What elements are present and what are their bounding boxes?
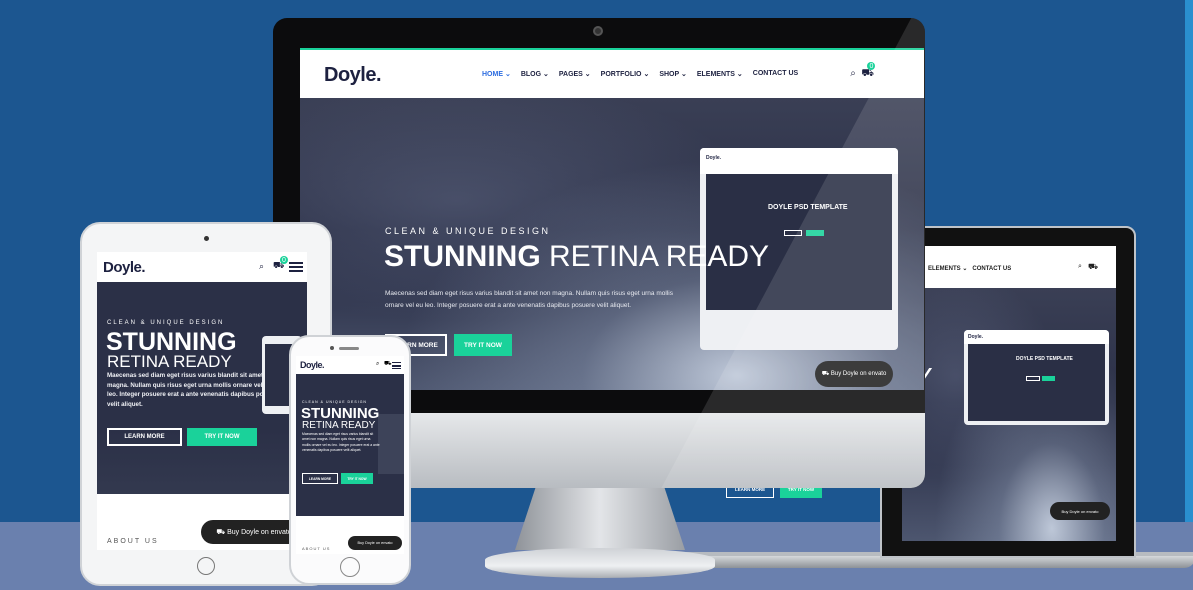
phone-logo[interactable]: Doyle. bbox=[300, 360, 325, 370]
tablet-cart-badge: 0 bbox=[280, 256, 288, 264]
laptop-nav-links: ELEMENTS ⌄ CONTACT US bbox=[928, 266, 1012, 272]
laptop-cart-icon[interactable]: ⛟ bbox=[1088, 262, 1098, 272]
laptop-navbar: ELEMENTS ⌄ CONTACT US ⌕ ⛟ bbox=[902, 246, 1116, 288]
tablet-about-label: ABOUT US bbox=[107, 538, 159, 545]
tablet-hamburger-icon[interactable] bbox=[289, 262, 303, 272]
menu-item-shop[interactable]: SHOP ⌄ bbox=[659, 70, 687, 78]
menu-elements-label: ELEMENTS bbox=[696, 71, 735, 78]
menu-home-label: HOME bbox=[482, 71, 503, 78]
laptop-mini-btn-learn bbox=[1026, 376, 1040, 381]
tablet-hero-kicker: CLEAN & UNIQUE DESIGN bbox=[107, 320, 225, 326]
laptop-mini-title: DOYLE PSD TEMPLATE bbox=[1016, 356, 1073, 362]
hero-title-bold: STUNNING bbox=[384, 240, 541, 273]
menu-pages-label: PAGES bbox=[558, 71, 583, 78]
hero-kicker: CLEAN & UNIQUE DESIGN bbox=[385, 226, 551, 236]
phone-hamburger-icon[interactable] bbox=[392, 362, 401, 369]
phone-learn-more-label: LEARN MORE bbox=[308, 476, 332, 481]
phone-logo-text: Doyle. bbox=[300, 360, 325, 370]
phone-cart-icon[interactable]: ⛟ bbox=[384, 360, 392, 368]
phone-buy-text: Buy Doyle on envato bbox=[357, 541, 393, 545]
phone-hero-side-panel bbox=[378, 414, 404, 474]
cart-icon[interactable]: ⛟ 0 bbox=[861, 62, 876, 79]
laptop-nav-contact[interactable]: CONTACT US bbox=[972, 266, 1011, 272]
tablet-logo-text: Doyle. bbox=[103, 259, 146, 276]
buy-badge-text: Buy Doyle on envato bbox=[830, 371, 887, 377]
hero-title: STUNNING RETINA READY bbox=[384, 240, 769, 274]
phone-speaker bbox=[339, 347, 359, 350]
phone-navbar: Doyle. ⌕ ⛟ bbox=[296, 356, 404, 374]
imac-foot bbox=[485, 548, 715, 578]
mini-navbar: Doyle. bbox=[700, 148, 898, 174]
mini-title: DOYLE PSD TEMPLATE bbox=[768, 204, 848, 211]
logo-text: Doyle. bbox=[324, 64, 382, 86]
tablet-logo[interactable]: Doyle. bbox=[103, 259, 146, 276]
site-logo[interactable]: Doyle. bbox=[324, 64, 382, 87]
tablet-camera bbox=[204, 236, 209, 241]
laptop-mini-navbar: Doyle. bbox=[964, 330, 1109, 344]
try-it-now-button[interactable]: TRY IT NOW bbox=[454, 334, 512, 356]
laptop-hero: Y LEARN MORE Doyle. DOYLE PSD TEMPLATE B… bbox=[902, 288, 1116, 541]
phone-hero-description: Maecenas sed diam eget risus varius blan… bbox=[302, 432, 380, 453]
buy-cart-icon: ⛟ bbox=[821, 371, 831, 377]
laptop-search-icon[interactable]: ⌕ bbox=[1078, 263, 1082, 271]
phone-hero-kicker: CLEAN & UNIQUE DESIGN bbox=[302, 400, 367, 404]
try-it-now-label: TRY IT NOW bbox=[464, 341, 502, 349]
menu-item-portfolio[interactable]: PORTFOLIO ⌄ bbox=[601, 70, 650, 78]
tablet-search-icon[interactable]: ⌕ bbox=[259, 261, 264, 272]
laptop-screen: ELEMENTS ⌄ CONTACT US ⌕ ⛟ Y LEARN MORE D… bbox=[902, 246, 1116, 541]
phone-about-label: ABOUT US bbox=[302, 546, 331, 551]
laptop-mini-monitor: Doyle. DOYLE PSD TEMPLATE bbox=[964, 330, 1109, 425]
buy-on-envato-badge[interactable]: ⛟ Buy Doyle on envato bbox=[815, 361, 893, 387]
laptop-buy-text: Buy Doyle on envato bbox=[1061, 508, 1099, 514]
tablet-buy-text: Buy Doyle on envato bbox=[227, 528, 292, 536]
menu-portfolio-label: PORTFOLIO bbox=[600, 71, 642, 78]
phone-hero-title-light: RETINA READY bbox=[302, 420, 376, 431]
tablet-learn-more-label: LEARN MORE bbox=[124, 434, 165, 440]
mini-logo: Doyle. bbox=[706, 155, 722, 161]
phone-screen: Doyle. ⌕ ⛟ CLEAN & UNIQUE DESIGN STUNNIN… bbox=[296, 356, 404, 554]
menu-blog-label: BLOG bbox=[520, 71, 542, 78]
tablet-try-now-label: TRY IT NOW bbox=[204, 434, 240, 440]
mini-btn-learn bbox=[784, 230, 802, 236]
phone-search-icon[interactable]: ⌕ bbox=[376, 361, 379, 368]
laptop-buy-badge[interactable]: Buy Doyle on envato bbox=[1050, 502, 1110, 520]
hero-description: Maecenas sed diam eget risus varius blan… bbox=[385, 290, 673, 309]
laptop-mini-logo: Doyle. bbox=[968, 334, 984, 340]
phone-camera bbox=[330, 346, 334, 350]
phone-buy-badge[interactable]: Buy Doyle on envato bbox=[348, 536, 402, 550]
laptop-mini-screen: DOYLE PSD TEMPLATE bbox=[968, 344, 1105, 421]
phone-learn-more-button[interactable]: LEARN MORE bbox=[302, 473, 338, 484]
main-menu: HOME ⌄ BLOG ⌄ PAGES ⌄ PORTFOLIO ⌄ SHOP ⌄… bbox=[482, 70, 798, 78]
phone-home-button bbox=[340, 557, 360, 577]
menu-contact-label: CONTACT US bbox=[752, 70, 799, 77]
mini-btn-try bbox=[806, 230, 824, 236]
cart-count-badge: 0 bbox=[867, 62, 876, 70]
tablet-hero-title-light: RETINA READY bbox=[107, 352, 232, 371]
tablet-hero-description: Maecenas sed diam eget risus varius blan… bbox=[107, 372, 280, 408]
phone-try-now-label: TRY IT NOW bbox=[347, 476, 367, 481]
hero-title-light: RETINA READY bbox=[549, 240, 770, 273]
site-navbar: Doyle. HOME ⌄ BLOG ⌄ PAGES ⌄ PORTFOLIO ⌄… bbox=[300, 50, 924, 98]
nav-icons: ⌕ ⛟ 0 bbox=[850, 62, 876, 81]
tablet-try-now-button[interactable]: TRY IT NOW bbox=[187, 428, 257, 446]
phone-try-now-button[interactable]: TRY IT NOW bbox=[341, 473, 373, 484]
laptop-mini-btn-try bbox=[1042, 376, 1055, 381]
tablet-navbar: Doyle. ⌕ ⛟ 0 bbox=[97, 252, 307, 282]
menu-shop-label: SHOP bbox=[659, 71, 680, 78]
menu-item-contact[interactable]: CONTACT US bbox=[753, 70, 798, 78]
imac-camera bbox=[593, 26, 603, 36]
menu-item-pages[interactable]: PAGES ⌄ bbox=[559, 70, 591, 78]
tablet-home-button bbox=[197, 557, 215, 575]
tablet-buy-cart-icon: ⛟ bbox=[216, 528, 228, 536]
menu-item-elements[interactable]: ELEMENTS ⌄ bbox=[697, 70, 743, 78]
menu-item-home[interactable]: HOME ⌄ bbox=[482, 70, 511, 78]
search-icon[interactable]: ⌕ bbox=[850, 68, 856, 79]
right-edge-strip bbox=[1185, 0, 1193, 522]
tablet-learn-more-button[interactable]: LEARN MORE bbox=[107, 428, 182, 446]
imac-stand bbox=[515, 488, 685, 550]
laptop-nav-elements[interactable]: ELEMENTS bbox=[928, 266, 961, 272]
menu-item-blog[interactable]: BLOG ⌄ bbox=[521, 70, 549, 78]
